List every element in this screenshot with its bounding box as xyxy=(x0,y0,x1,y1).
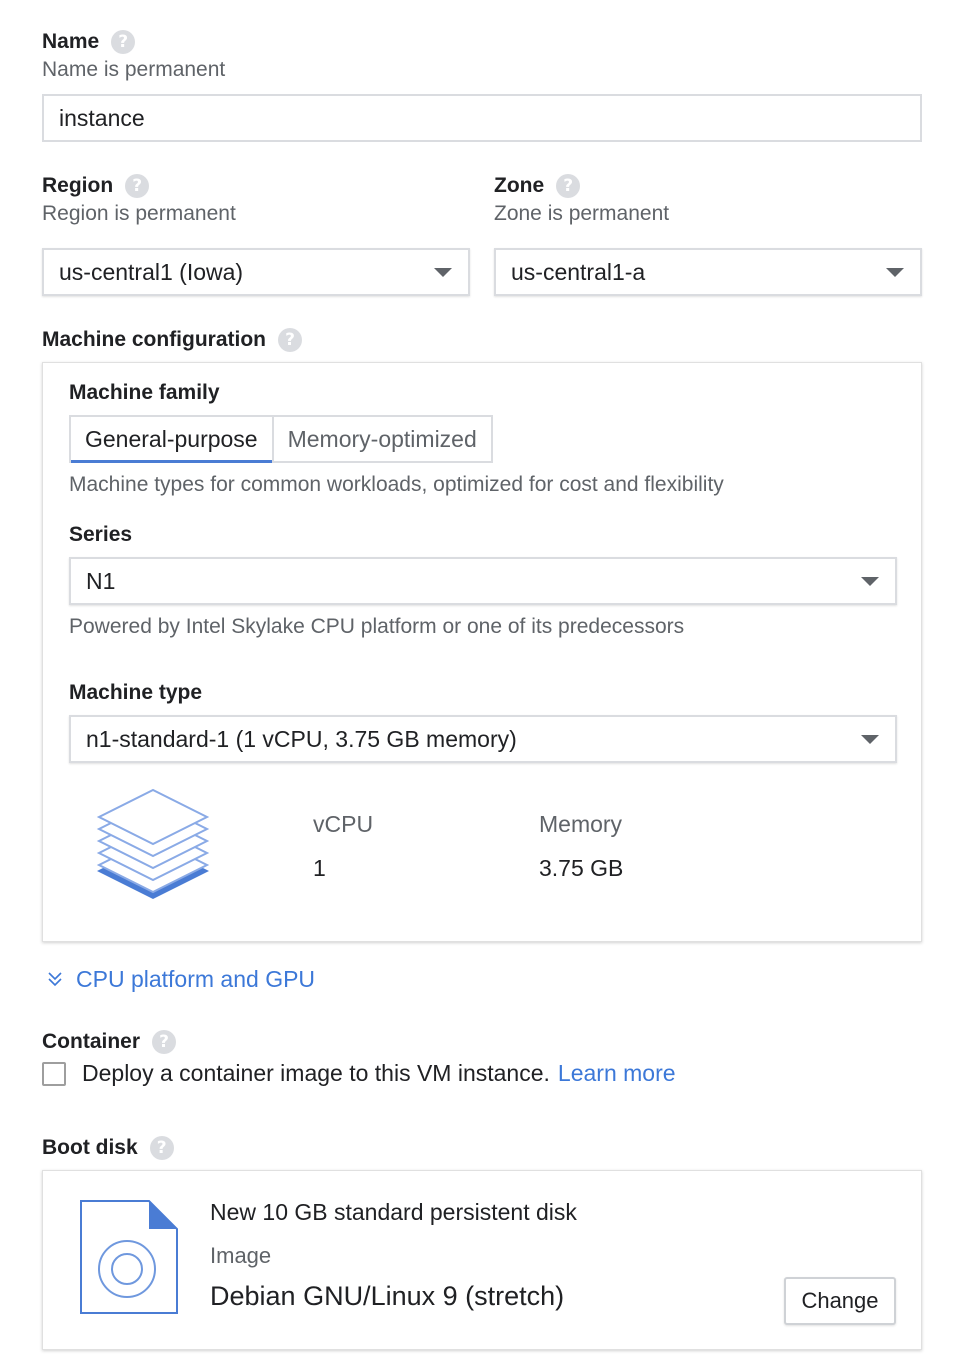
boot-disk-image-label: Image xyxy=(210,1243,272,1268)
cpu-gpu-toggle[interactable]: CPU platform and GPU xyxy=(46,966,315,993)
learn-more-link[interactable]: Learn more xyxy=(558,1060,676,1087)
region-label: Region xyxy=(42,174,114,197)
series-select[interactable]: N1 xyxy=(69,557,897,605)
zone-label-row: Zone ? xyxy=(494,174,581,198)
container-help-icon[interactable]: ? xyxy=(152,1030,177,1054)
machine-config-label: Machine configuration xyxy=(42,328,267,351)
container-checkbox[interactable] xyxy=(42,1061,66,1086)
chevron-down-icon xyxy=(434,268,452,277)
zone-select[interactable]: us-central1-a xyxy=(494,248,922,296)
name-help-icon[interactable]: ? xyxy=(111,30,136,54)
series-description: Powered by Intel Skylake CPU platform or… xyxy=(69,615,685,638)
zone-select-value: us-central1-a xyxy=(511,258,646,285)
region-select[interactable]: us-central1 (Iowa) xyxy=(42,248,470,296)
tab-memory-optimized[interactable]: Memory-optimized xyxy=(271,417,491,461)
memory-label: Memory xyxy=(539,811,623,837)
zone-label: Zone xyxy=(494,174,545,197)
machine-stack-icon xyxy=(96,788,210,899)
region-hint: Region is permanent xyxy=(42,202,236,225)
name-input[interactable]: instance xyxy=(42,94,922,142)
double-chevron-down-icon xyxy=(48,971,62,986)
name-label: Name xyxy=(42,30,100,53)
chevron-down-icon xyxy=(861,735,879,744)
machine-family-label: Machine family xyxy=(69,381,220,404)
name-hint: Name is permanent xyxy=(42,58,226,81)
zone-hint: Zone is permanent xyxy=(494,202,670,225)
container-label: Container xyxy=(42,1030,141,1053)
tab-general-purpose[interactable]: General-purpose xyxy=(71,417,272,463)
machine-family-tabs: General-purpose Memory-optimized xyxy=(69,415,493,463)
chevron-down-icon xyxy=(886,268,904,277)
boot-disk-card: New 10 GB standard persistent disk Image… xyxy=(42,1170,922,1350)
container-label-row: Container ? xyxy=(42,1030,177,1054)
cpu-gpu-link[interactable]: CPU platform and GPU xyxy=(76,966,315,993)
boot-disk-help-icon[interactable]: ? xyxy=(149,1136,174,1160)
machine-type-select-value: n1-standard-1 (1 vCPU, 3.75 GB memory) xyxy=(86,725,517,752)
boot-disk-image-value: Debian GNU/Linux 9 (stretch) xyxy=(210,1281,565,1311)
series-label: Series xyxy=(69,523,133,546)
memory-value: 3.75 GB xyxy=(539,855,624,881)
machine-config-help-icon[interactable]: ? xyxy=(278,328,303,352)
region-label-row: Region ? xyxy=(42,174,150,198)
machine-type-label: Machine type xyxy=(69,681,203,704)
vcpu-value: 1 xyxy=(313,855,326,881)
region-help-icon[interactable]: ? xyxy=(125,174,150,198)
name-label-row: Name ? xyxy=(42,30,136,54)
container-checkbox-text: Deploy a container image to this VM inst… xyxy=(82,1060,550,1086)
vcpu-label: vCPU xyxy=(313,811,374,837)
boot-disk-label: Boot disk xyxy=(42,1136,138,1159)
region-select-value: us-central1 (Iowa) xyxy=(59,258,244,285)
container-checkbox-row: Deploy a container image to this VM inst… xyxy=(42,1060,676,1087)
chevron-down-icon xyxy=(861,577,879,586)
boot-disk-title: New 10 GB standard persistent disk xyxy=(210,1199,577,1225)
disk-image-icon xyxy=(80,1200,178,1314)
machine-type-select[interactable]: n1-standard-1 (1 vCPU, 3.75 GB memory) xyxy=(69,715,897,763)
change-button[interactable]: Change xyxy=(784,1277,896,1325)
machine-config-label-row: Machine configuration ? xyxy=(42,328,303,352)
machine-config-card: Machine family General-purpose Memory-op… xyxy=(42,362,922,942)
boot-disk-label-row: Boot disk ? xyxy=(42,1136,174,1160)
series-select-value: N1 xyxy=(86,567,116,594)
machine-family-description: Machine types for common workloads, opti… xyxy=(69,473,724,496)
zone-help-icon[interactable]: ? xyxy=(556,174,581,198)
